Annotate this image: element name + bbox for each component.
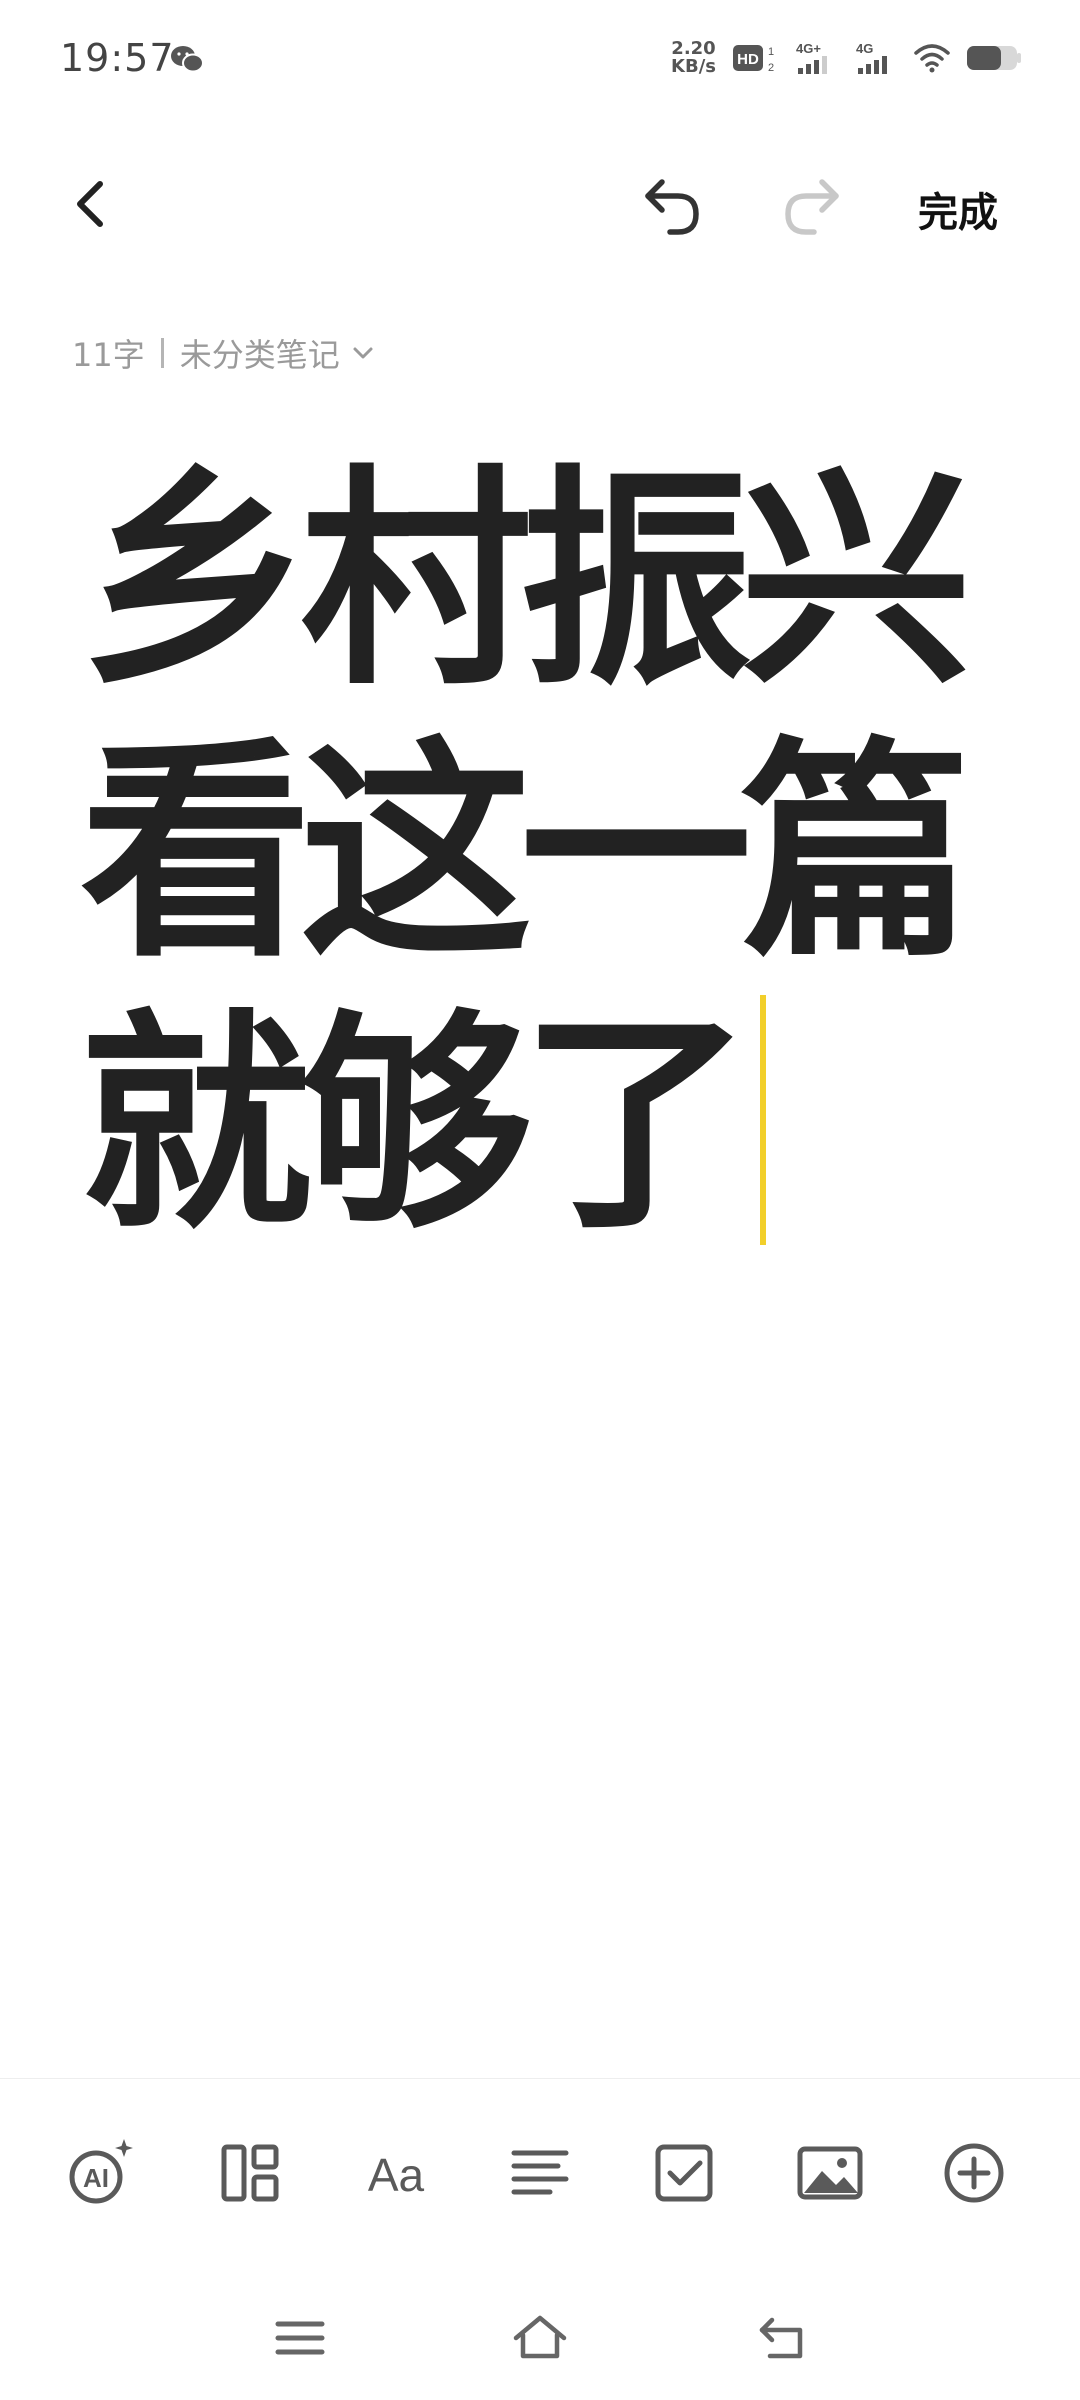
note-meta: 11字 未分类笔记 (72, 330, 376, 376)
status-time: 19:57 (60, 36, 175, 80)
signal-4g-icon: 4G (856, 41, 887, 74)
hd-icon: HD 1 2 (733, 45, 774, 74)
wifi-icon (914, 44, 950, 73)
back-icon[interactable] (62, 174, 122, 234)
format-toolbar: AI Aa (0, 2078, 1080, 2279)
home-icon[interactable] (510, 2308, 570, 2368)
add-icon[interactable] (936, 2135, 1012, 2211)
svg-text:4G+: 4G+ (796, 41, 821, 56)
editor-line: 看这一篇 (80, 718, 972, 988)
system-nav-bar (0, 2278, 1080, 2400)
align-icon[interactable] (502, 2135, 578, 2211)
signal-4g-plus-icon: 4G+ (796, 41, 827, 74)
chevron-down-icon[interactable] (350, 340, 376, 366)
wechat-icon (171, 46, 204, 73)
word-count: 11字 (72, 336, 145, 374)
layout-icon[interactable] (212, 2135, 288, 2211)
svg-text:Aa: Aa (368, 2149, 425, 2201)
editor-top-bar: 完成 (0, 150, 1080, 260)
ai-assistant-icon[interactable]: AI (62, 2135, 138, 2211)
image-icon[interactable] (792, 2135, 868, 2211)
editor-line: 就够了 (80, 989, 980, 1261)
svg-text:HD: HD (737, 51, 759, 68)
svg-text:1: 1 (768, 46, 774, 58)
svg-text:AI: AI (83, 2163, 109, 2193)
menu-icon[interactable] (270, 2308, 330, 2368)
redo-icon[interactable] (776, 170, 848, 242)
svg-text:2: 2 (768, 62, 774, 74)
text-format-icon[interactable]: Aa (358, 2135, 434, 2211)
undo-icon[interactable] (636, 170, 708, 242)
editor-line: 乡村振兴 (80, 446, 972, 716)
svg-text:4G: 4G (856, 41, 873, 56)
network-speed: 2.20 KB/s (671, 38, 716, 77)
meta-divider (160, 338, 164, 368)
category-selector[interactable]: 未分类笔记 (180, 330, 340, 376)
text-cursor (760, 995, 767, 1245)
done-button[interactable]: 完成 (918, 180, 998, 238)
back-icon[interactable] (752, 2308, 812, 2368)
battery-icon (967, 46, 1021, 70)
note-editor[interactable]: 乡村振兴 看这一篇 就够了 (80, 445, 980, 1261)
status-icons: 2.20 KB/s HD 1 2 4G+ 4G (671, 40, 1022, 76)
checklist-icon[interactable] (646, 2135, 722, 2211)
status-bar: 19:57 2.20 KB/s HD 1 2 4G+ 4G (0, 0, 1080, 120)
